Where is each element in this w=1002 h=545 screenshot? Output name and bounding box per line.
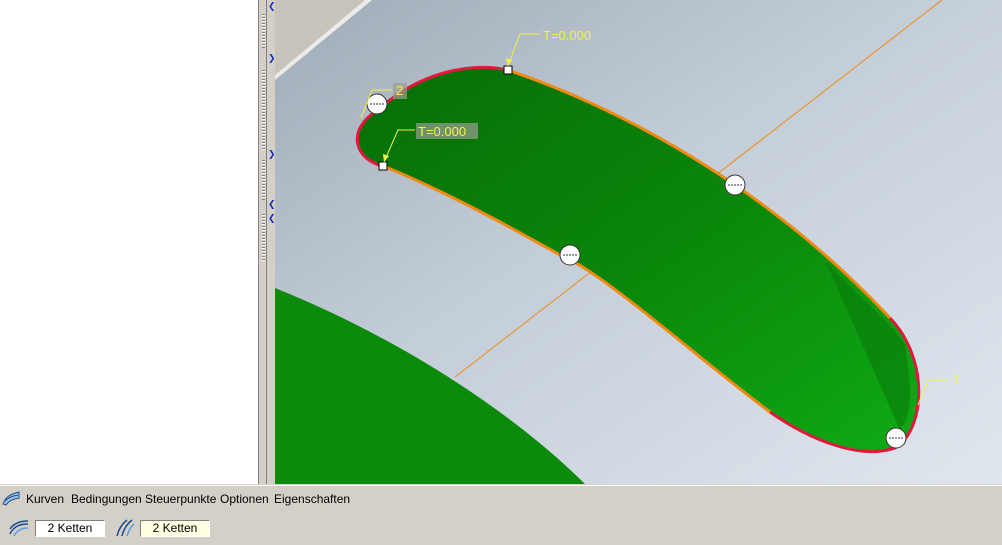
curve-chain-icon <box>9 520 29 537</box>
splitter-grip <box>262 14 265 48</box>
splitter-grip <box>262 70 265 150</box>
tab-properties[interactable]: Eigenschaften <box>274 492 350 506</box>
tab-control-points[interactable]: Steuerpunkte <box>145 492 216 506</box>
param-tag-top: T=0.000 <box>543 28 591 43</box>
param-tag-left: T=0.000 <box>418 124 466 139</box>
tab-curves[interactable]: Kurven <box>26 492 64 506</box>
splitter-grip <box>262 214 265 262</box>
boundary-chain-icon <box>116 519 135 537</box>
second-chain-collector[interactable]: 2 Ketten <box>140 520 210 537</box>
curve-start-point[interactable] <box>378 161 388 171</box>
chain-collector-bar: 2 Ketten 2 Ketten <box>0 512 1002 545</box>
chain-tag-two: 2 <box>396 83 403 98</box>
chain-tag-one: 1 <box>952 372 959 387</box>
first-chain-collector[interactable]: 2 Ketten <box>35 520 105 537</box>
splitter-grip <box>262 160 265 200</box>
tab-options[interactable]: Optionen <box>220 492 269 506</box>
splitter-edge <box>266 0 267 484</box>
model-tree-panel[interactable] <box>0 0 259 484</box>
tab-constraints[interactable]: Bedingungen <box>71 492 142 506</box>
panel-splitter[interactable]: ❮ ❯ ❯ ❮ ❮ <box>259 0 276 484</box>
graphics-viewport[interactable]: T=0.000 T=0.000 2 1 <box>275 0 1002 484</box>
dashboard-tab-bar: Kurven Bedingungen Steuerpunkte Optionen… <box>0 485 1002 513</box>
surface-icon <box>2 491 20 506</box>
curve-start-point[interactable] <box>503 65 513 75</box>
